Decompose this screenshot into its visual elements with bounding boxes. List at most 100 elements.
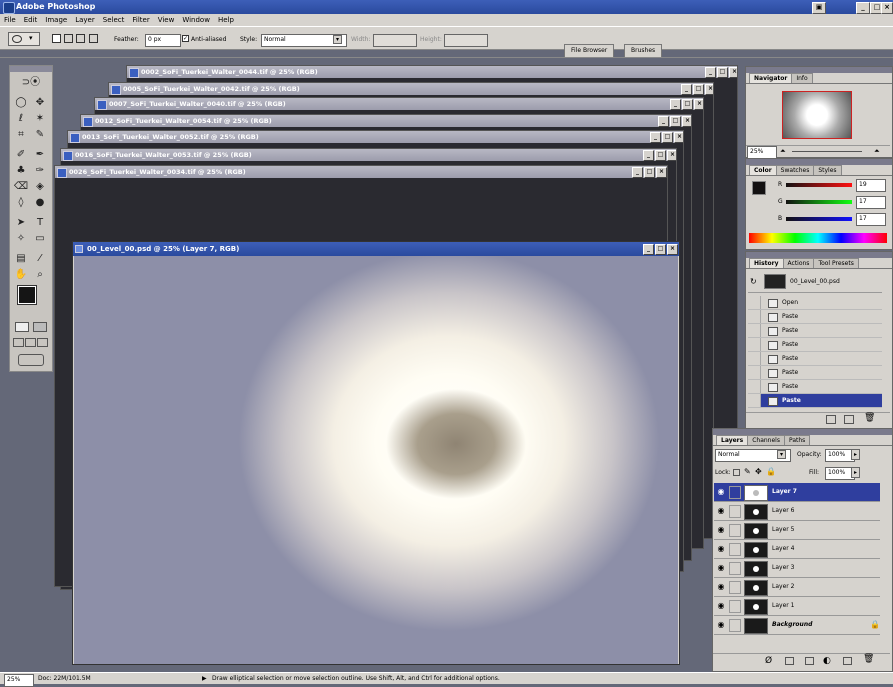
layer-row[interactable]: ◉ Layer 4 (714, 540, 880, 559)
maximize-button[interactable]: □ (655, 150, 666, 161)
eye-icon[interactable]: ◉ (716, 581, 726, 592)
document-title-bar[interactable]: 0007_SoFi_Tuerkei_Walter_0040.tif @ 25% … (95, 98, 703, 110)
close-icon[interactable]: × (729, 67, 737, 78)
link-icon[interactable] (729, 619, 741, 632)
intersect-selection-icon[interactable] (89, 34, 98, 43)
minimize-button[interactable]: _ (632, 167, 643, 178)
layer-row[interactable]: ◉ Layer 3 (714, 559, 880, 578)
red-input[interactable]: 19 (856, 179, 886, 192)
menu-view[interactable]: View (154, 16, 179, 24)
tab-channels[interactable]: Channels (747, 435, 785, 445)
trash-icon[interactable]: 🗑 (864, 413, 875, 423)
layer-row[interactable]: ◉ Layer 2 (714, 578, 880, 597)
brush-tool-icon[interactable]: ✒ (32, 148, 48, 162)
jump-to-imageready-icon[interactable] (18, 354, 44, 366)
tab-history[interactable]: History (749, 258, 784, 268)
tab-layers[interactable]: Layers (716, 435, 749, 445)
chevron-right-icon[interactable]: ▸ (851, 449, 860, 460)
status-zoom-input[interactable]: 25% (4, 674, 34, 687)
link-icon[interactable] (729, 505, 741, 518)
minimize-button[interactable]: _ (643, 150, 654, 161)
blur-tool-icon[interactable]: ◊ (13, 196, 29, 210)
link-icon[interactable] (729, 543, 741, 556)
eyedropper-icon[interactable]: ⁄ (32, 252, 48, 266)
close-icon[interactable]: × (705, 84, 713, 95)
minimize-button[interactable]: _ (681, 84, 692, 95)
maximize-button[interactable]: □ (644, 167, 655, 178)
image-canvas[interactable] (74, 256, 678, 664)
panel-header[interactable] (746, 159, 892, 165)
close-icon[interactable]: × (667, 244, 678, 255)
maximize-button[interactable]: □ (655, 244, 666, 255)
menu-image[interactable]: Image (41, 16, 71, 24)
marquee-tool-icon[interactable]: ◯ (13, 96, 29, 110)
layer-row[interactable]: ◉ Layer 1 (714, 597, 880, 616)
tab-info[interactable]: Info (791, 73, 813, 83)
eye-icon[interactable]: ◉ (716, 486, 726, 497)
history-state-current[interactable]: Paste (748, 394, 882, 408)
maximize-button[interactable]: □ (662, 132, 673, 143)
menu-help[interactable]: Help (214, 16, 238, 24)
healing-brush-icon[interactable]: ✐ (13, 148, 29, 162)
lock-transparency-icon[interactable] (733, 469, 740, 476)
trash-icon[interactable]: 🗑 (863, 654, 874, 664)
panel-header[interactable] (746, 67, 892, 73)
history-brush-icon[interactable]: ✑ (32, 164, 48, 178)
close-icon[interactable]: × (674, 132, 683, 143)
standard-mode-icon[interactable] (15, 322, 29, 332)
history-snapshot[interactable]: ↻ 00_Level_00.psd (748, 271, 882, 293)
new-document-icon[interactable] (826, 415, 836, 424)
link-icon[interactable] (729, 524, 741, 537)
panel-header[interactable] (746, 252, 892, 258)
color-ramp[interactable] (749, 233, 887, 243)
stamp-tool-icon[interactable]: ♣ (13, 164, 29, 178)
eye-icon[interactable]: ◉ (716, 524, 726, 535)
chevron-right-icon[interactable]: ▸ (851, 467, 860, 478)
tab-actions[interactable]: Actions (782, 258, 815, 268)
dodge-tool-icon[interactable]: ● (32, 196, 48, 210)
antialiased-checkbox[interactable]: ✓ (182, 35, 189, 42)
new-snapshot-icon[interactable] (844, 415, 854, 424)
layer-row[interactable]: ◉ Layer 7 (714, 483, 880, 502)
maximize-button[interactable]: □ (717, 67, 728, 78)
green-input[interactable]: 17 (856, 196, 886, 209)
lock-all-icon[interactable]: 🔒 (766, 467, 776, 476)
minimize-app-button[interactable]: _ (856, 2, 870, 14)
tab-color[interactable]: Color (749, 165, 777, 175)
menu-window[interactable]: Window (178, 16, 214, 24)
zoom-in-icon[interactable]: ⏶ (874, 147, 880, 156)
close-icon[interactable]: × (667, 150, 676, 161)
maximize-button[interactable]: □ (693, 84, 704, 95)
brush-link-icon[interactable] (729, 486, 741, 499)
maximize-button[interactable]: □ (670, 116, 681, 127)
document-title-bar[interactable]: 0013_SoFi_Tuerkei_Walter_0052.tif @ 25% … (68, 131, 683, 143)
document-title-bar[interactable]: 0012_SoFi_Tuerkei_Walter_0054.tif @ 25% … (81, 115, 691, 127)
layer-row[interactable]: ◉ Layer 6 (714, 502, 880, 521)
width-input[interactable] (373, 34, 417, 47)
history-state[interactable]: Paste (748, 324, 882, 338)
history-brush-source-icon[interactable]: ↻ (750, 277, 757, 286)
crop-tool-icon[interactable]: ⌗ (13, 128, 29, 142)
document-title-bar[interactable]: 00_Level_00.psd @ 25% (Layer 7, RGB) _ □ × (73, 242, 679, 256)
maximize-button[interactable]: □ (682, 99, 693, 110)
lasso-tool-icon[interactable]: ℓ (13, 112, 29, 126)
subtract-selection-icon[interactable] (76, 34, 85, 43)
eye-icon[interactable]: ◉ (716, 543, 726, 554)
close-icon[interactable]: × (694, 99, 703, 110)
layer-row-background[interactable]: ◉ Background 🔒 (714, 616, 880, 635)
move-tool-icon[interactable]: ✥ (32, 96, 48, 110)
document-title-bar[interactable]: 0002_SoFi_Tuerkei_Walter_0044.tif @ 25% … (127, 66, 737, 78)
type-tool-icon[interactable]: T (32, 216, 48, 230)
chevron-down-icon[interactable]: ▾ (333, 35, 342, 44)
link-icon[interactable] (729, 562, 741, 575)
add-selection-icon[interactable] (64, 34, 73, 43)
eye-icon[interactable]: ◉ (716, 619, 726, 630)
layer-row[interactable]: ◉ Layer 5 (714, 521, 880, 540)
tab-swatches[interactable]: Swatches (775, 165, 815, 175)
link-icon[interactable] (729, 581, 741, 594)
layer-style-icon[interactable]: Ø (765, 656, 772, 666)
document-title-bar[interactable]: 0026_SoFi_Tuerkei_Walter_0034.tif @ 25% … (55, 166, 667, 178)
screen-mode-full-icon[interactable] (37, 338, 48, 347)
close-app-button[interactable]: × (881, 2, 893, 14)
minimize-button[interactable]: _ (650, 132, 661, 143)
